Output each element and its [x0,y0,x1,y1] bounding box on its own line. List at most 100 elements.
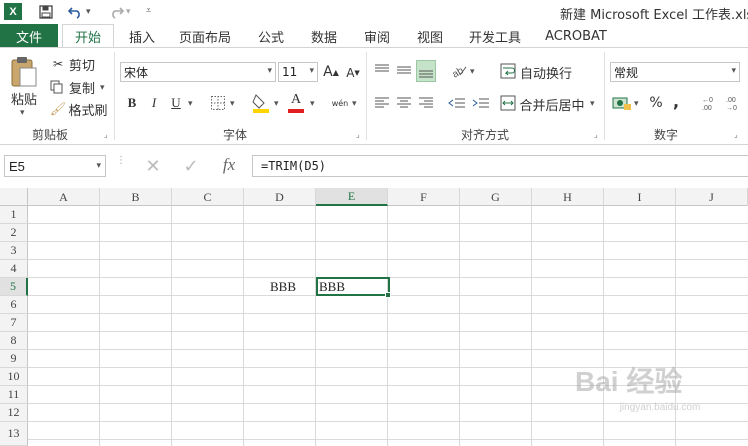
phonetic-dropdown-icon[interactable]: ▾ [352,99,357,109]
align-left-icon[interactable] [374,96,390,110]
bold-button[interactable]: B [124,94,140,112]
number-format-combo[interactable]: 常规 ▾ [610,62,740,82]
tab-developer[interactable]: 开发工具 [462,24,528,48]
chevron-down-icon[interactable]: ▾ [267,66,272,76]
row-header[interactable]: 13 [0,422,28,446]
wrap-text-icon[interactable] [500,63,516,79]
format-painter-button[interactable]: 格式刷 [68,101,108,119]
row-header[interactable]: 3 [0,242,28,260]
underline-button[interactable]: U [168,94,184,112]
select-all-corner[interactable] [0,188,28,206]
italic-button[interactable]: I [146,94,162,112]
splitter-handle-icon[interactable]: ⋮ [116,156,126,174]
row-header[interactable]: 11 [0,386,28,404]
font-size-combo[interactable]: 11 ▾ [278,62,318,82]
font-color-dropdown-icon[interactable]: ▾ [310,99,315,109]
shrink-font-button[interactable]: A ▼ [344,64,362,82]
formula-input[interactable]: =TRIM(D5) [252,155,748,177]
tab-page-layout[interactable]: 页面布局 [172,24,238,48]
wrap-text-button[interactable]: 自动换行 [520,64,572,82]
name-box[interactable]: E5 ▾ [4,155,106,177]
merge-center-button[interactable]: 合并后居中 [520,96,585,114]
cancel-entry-icon[interactable]: ✕ [142,156,164,177]
insert-function-button[interactable]: fx [216,154,242,176]
tab-data[interactable]: 数据 [304,24,344,48]
row-header-selected[interactable]: 5 [0,278,28,296]
align-center-icon[interactable] [396,96,412,110]
paste-dropdown-icon[interactable]: ▾ [20,108,25,118]
tab-review[interactable]: 审阅 [356,24,398,48]
percent-button[interactable]: % [648,94,664,112]
increase-indent-icon[interactable] [472,96,490,110]
column-header[interactable]: F [388,188,460,206]
accounting-format-icon[interactable] [612,95,632,111]
borders-icon[interactable] [210,95,226,111]
paste-button[interactable]: 粘贴 [8,90,40,108]
align-bottom-icon[interactable] [416,60,436,82]
redo-icon[interactable] [106,3,126,21]
row-header[interactable]: 2 [0,224,28,242]
row-header[interactable]: 10 [0,368,28,386]
column-header[interactable]: J [676,188,748,206]
row-header[interactable]: 7 [0,314,28,332]
align-middle-icon[interactable] [396,62,412,78]
tab-home[interactable]: 开始 [62,24,114,48]
row-header[interactable]: 12 [0,404,28,422]
tab-acrobat[interactable]: ACROBAT [540,24,612,48]
tab-view[interactable]: 视图 [410,24,450,48]
decrease-decimal-icon[interactable]: .00 →0 [724,94,744,112]
column-header[interactable]: B [100,188,172,206]
column-header[interactable]: H [532,188,604,206]
customize-qat-icon[interactable]: ⩡ [146,6,151,16]
clipboard-icon[interactable] [8,56,38,88]
row-header[interactable]: 1 [0,206,28,224]
redo-dropdown-icon[interactable]: ▾ [126,7,131,17]
tab-file[interactable]: 文件 [0,24,58,48]
chevron-down-icon[interactable]: ▾ [96,160,101,171]
alignment-launcher-icon[interactable]: ⌟ [594,130,602,139]
grow-font-button[interactable]: A ▲ [322,62,340,82]
tab-insert[interactable]: 插入 [120,24,164,48]
row-header[interactable]: 9 [0,350,28,368]
column-header[interactable]: D [244,188,316,206]
chevron-down-icon[interactable]: ▾ [731,66,736,76]
tab-formulas[interactable]: 公式 [252,24,290,48]
chevron-down-icon[interactable]: ▾ [309,66,314,76]
copy-dropdown-icon[interactable]: ▾ [100,83,105,93]
fill-color-icon[interactable] [252,93,270,113]
underline-dropdown-icon[interactable]: ▾ [188,99,193,109]
undo-icon[interactable] [66,3,86,21]
cut-button[interactable]: 剪切 [68,56,96,74]
column-header[interactable]: G [460,188,532,206]
align-top-icon[interactable] [374,62,390,78]
orientation-icon[interactable]: ab [450,62,468,80]
column-header[interactable]: I [604,188,676,206]
font-launcher-icon[interactable]: ⌟ [356,130,364,139]
merge-dropdown-icon[interactable]: ▾ [590,99,595,109]
column-header-selected[interactable]: E [316,188,388,206]
format-painter-icon[interactable]: 🖌 [50,101,67,117]
number-launcher-icon[interactable]: ⌟ [734,130,742,139]
column-header[interactable]: C [172,188,244,206]
copy-button[interactable]: 复制 [68,79,96,97]
save-icon[interactable] [36,3,56,21]
row-header[interactable]: 4 [0,260,28,278]
comma-style-button[interactable]: , [670,92,682,111]
phonetic-button[interactable]: wén [330,94,350,112]
font-name-combo[interactable]: 宋体 ▾ [120,62,276,82]
font-color-button[interactable]: A [288,92,304,108]
scissors-icon[interactable]: ✂ [50,56,66,72]
orientation-dropdown-icon[interactable]: ▾ [470,67,475,77]
accounting-dropdown-icon[interactable]: ▾ [634,99,639,109]
cell-D5[interactable]: BBB [244,278,316,296]
fill-color-dropdown-icon[interactable]: ▾ [274,99,279,109]
clipboard-launcher-icon[interactable]: ⌟ [104,130,112,139]
decrease-indent-icon[interactable] [448,96,466,110]
undo-dropdown-icon[interactable]: ▾ [86,7,91,17]
column-header[interactable]: A [28,188,100,206]
row-header[interactable]: 6 [0,296,28,314]
align-right-icon[interactable] [418,96,434,110]
row-header[interactable]: 8 [0,332,28,350]
copy-icon[interactable] [50,80,64,94]
borders-dropdown-icon[interactable]: ▾ [230,99,235,109]
